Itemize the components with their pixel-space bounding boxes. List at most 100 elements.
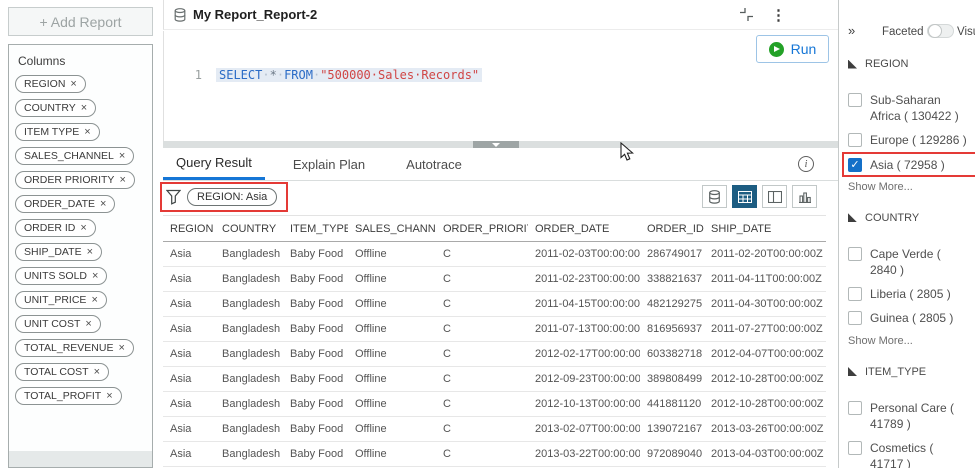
tab-explain-plan[interactable]: Explain Plan	[280, 148, 378, 180]
column-pill[interactable]: ORDER ID ×	[15, 219, 96, 237]
checkbox-unchecked[interactable]	[848, 133, 862, 148]
column-pill[interactable]: ORDER_DATE ×	[15, 195, 116, 213]
column-header[interactable]: ITEM_TYPE	[283, 215, 348, 242]
column-pill-label: REGION	[24, 78, 66, 90]
table-cell: Baby Food	[283, 391, 348, 417]
column-pill[interactable]: REGION ×	[15, 75, 86, 93]
column-pill-label: ORDER_DATE	[24, 198, 95, 210]
column-header[interactable]: SHIP_DATE	[704, 215, 826, 242]
remove-icon[interactable]: ×	[118, 342, 124, 354]
column-pill[interactable]: UNIT COST ×	[15, 315, 101, 333]
column-header[interactable]: REGION	[163, 215, 215, 242]
remove-icon[interactable]: ×	[91, 294, 97, 306]
facet-item[interactable]: Cape Verde ( 2840 )	[848, 246, 974, 278]
checkbox-unchecked[interactable]	[848, 287, 862, 302]
remove-icon[interactable]: ×	[94, 366, 100, 378]
remove-icon[interactable]: ×	[85, 318, 91, 330]
checkbox-unchecked[interactable]	[848, 93, 862, 107]
table-row[interactable]: Asia Bangladesh Baby Food Offline C 2011-02-2…	[163, 266, 826, 292]
query-result-table: REGIONCOUNTRYITEM_TYPESALES_CHANNELORDER…	[163, 215, 826, 467]
column-header[interactable]: COUNTRY	[215, 215, 283, 242]
sql-code-row[interactable]: 1 SELECT·*·FROM·"500000·Sales·Records"	[164, 68, 483, 82]
facet-item[interactable]: Personal Care ( 41789 )	[848, 400, 974, 432]
grid-view-button[interactable]	[732, 185, 757, 208]
facet-section-header-region[interactable]: REGION	[848, 58, 974, 70]
remove-icon[interactable]: ×	[84, 126, 90, 138]
menu-kebab-icon[interactable]: ⋮	[771, 6, 786, 24]
checkbox-checked[interactable]: ✓	[848, 157, 862, 172]
single-record-view-button[interactable]	[702, 185, 727, 208]
column-pill[interactable]: UNITS SOLD ×	[15, 267, 108, 285]
facet-item[interactable]: Cosmetics ( 41717 )	[848, 440, 974, 468]
facet-section-header-item_type[interactable]: ITEM_TYPE	[848, 366, 974, 378]
column-pill[interactable]: SALES_CHANNEL ×	[15, 147, 135, 165]
column-header[interactable]: ORDER_ID	[640, 215, 704, 242]
remove-icon[interactable]: ×	[106, 390, 112, 402]
column-pill[interactable]: UNIT_PRICE ×	[15, 291, 107, 309]
column-header[interactable]: ORDER_PRIORITY	[436, 215, 528, 242]
facet-item[interactable]: Sub-Saharan Africa ( 130422 )	[848, 92, 974, 124]
table-row[interactable]: Asia Bangladesh Baby Food Offline C 2011-04-1…	[163, 291, 826, 317]
table-row[interactable]: Asia Bangladesh Baby Food Offline C 2012-02-1…	[163, 341, 826, 367]
remove-icon[interactable]: ×	[80, 222, 86, 234]
column-pill-label: ORDER ID	[24, 222, 76, 234]
collapse-facets-icon[interactable]: »	[848, 23, 856, 38]
sql-editor[interactable]: Run 1 SELECT·*·FROM·"500000·Sales·Record…	[163, 31, 838, 141]
facet-section-header-country[interactable]: COUNTRY	[848, 212, 974, 224]
column-pill[interactable]: TOTAL COST ×	[15, 363, 110, 381]
facet-item[interactable]: Europe ( 129286 )	[848, 132, 974, 148]
tab-autotrace[interactable]: Autotrace	[393, 148, 475, 180]
checkbox-unchecked[interactable]	[848, 311, 862, 326]
add-report-button[interactable]: + Add Report	[8, 7, 153, 36]
table-row[interactable]: Asia Bangladesh Baby Food Offline C 2011-02-0…	[163, 241, 826, 267]
table-row[interactable]: Asia Bangladesh Baby Food Offline C 2011-07-1…	[163, 316, 826, 342]
tab-query-result[interactable]: Query Result	[163, 148, 265, 180]
column-pill[interactable]: ITEM TYPE ×	[15, 123, 100, 141]
show-more-link[interactable]: Show More...	[848, 181, 913, 193]
column-header[interactable]: ORDER_DATE	[528, 215, 640, 242]
remove-icon[interactable]: ×	[70, 78, 76, 90]
chart-view-button[interactable]	[792, 185, 817, 208]
table-cell: C	[436, 391, 528, 417]
checkbox-unchecked[interactable]	[848, 246, 862, 261]
table-cell: Baby Food	[283, 291, 348, 317]
remove-icon[interactable]: ×	[92, 270, 98, 282]
columns-panel-title: Columns	[18, 54, 66, 68]
remove-icon[interactable]: ×	[119, 150, 125, 162]
table-row[interactable]: Asia Bangladesh Baby Food Offline C 2013-03-2…	[163, 441, 826, 467]
column-pill[interactable]: TOTAL_PROFIT ×	[15, 387, 122, 405]
remove-icon[interactable]: ×	[87, 246, 93, 258]
table-row[interactable]: Asia Bangladesh Baby Food Offline C 2012-10-1…	[163, 391, 826, 417]
show-more-link[interactable]: Show More...	[848, 335, 913, 347]
column-header[interactable]: SALES_CHANNEL	[348, 215, 436, 242]
splitter-collapse-handle[interactable]	[473, 141, 519, 148]
remove-icon[interactable]: ×	[81, 102, 87, 114]
split-view-button[interactable]	[762, 185, 787, 208]
table-row[interactable]: Asia Bangladesh Baby Food Offline C 2012-09-2…	[163, 366, 826, 392]
remove-icon[interactable]: ×	[100, 198, 106, 210]
checkbox-unchecked[interactable]	[848, 400, 862, 415]
column-pill[interactable]: ORDER PRIORITY ×	[15, 171, 135, 189]
table-cell: Offline	[348, 241, 436, 267]
table-cell: C	[436, 241, 528, 267]
facet-item[interactable]: ✓ Asia ( 72958 )	[842, 151, 975, 177]
remove-icon[interactable]: ×	[119, 174, 125, 186]
editor-results-splitter[interactable]	[163, 141, 838, 148]
facet-item[interactable]: Liberia ( 2805 )	[848, 286, 974, 302]
filter-chip-region-asia[interactable]: REGION: Asia	[187, 188, 278, 206]
run-button[interactable]: Run	[756, 35, 829, 63]
info-icon[interactable]: i	[798, 156, 814, 172]
sql-statement[interactable]: SELECT·*·FROM·"500000·Sales·Records"	[216, 68, 483, 82]
collapse-panel-icon[interactable]	[739, 7, 754, 22]
table-row[interactable]: Asia Bangladesh Baby Food Offline C 2013-02-0…	[163, 416, 826, 442]
table-cell: 2012-04-07T00:00:00Z	[704, 341, 826, 367]
column-pill[interactable]: SHIP_DATE ×	[15, 243, 103, 261]
filter-funnel-icon[interactable]	[166, 189, 181, 205]
column-pill[interactable]: TOTAL_REVENUE ×	[15, 339, 134, 357]
faceted-visual-toggle[interactable]	[927, 24, 954, 38]
facet-section-title: ITEM_TYPE	[865, 365, 927, 378]
checkbox-unchecked[interactable]	[848, 440, 862, 455]
column-pill[interactable]: COUNTRY ×	[15, 99, 97, 117]
facet-item[interactable]: Guinea ( 2805 )	[848, 310, 974, 326]
toggle-knob[interactable]	[928, 24, 942, 38]
